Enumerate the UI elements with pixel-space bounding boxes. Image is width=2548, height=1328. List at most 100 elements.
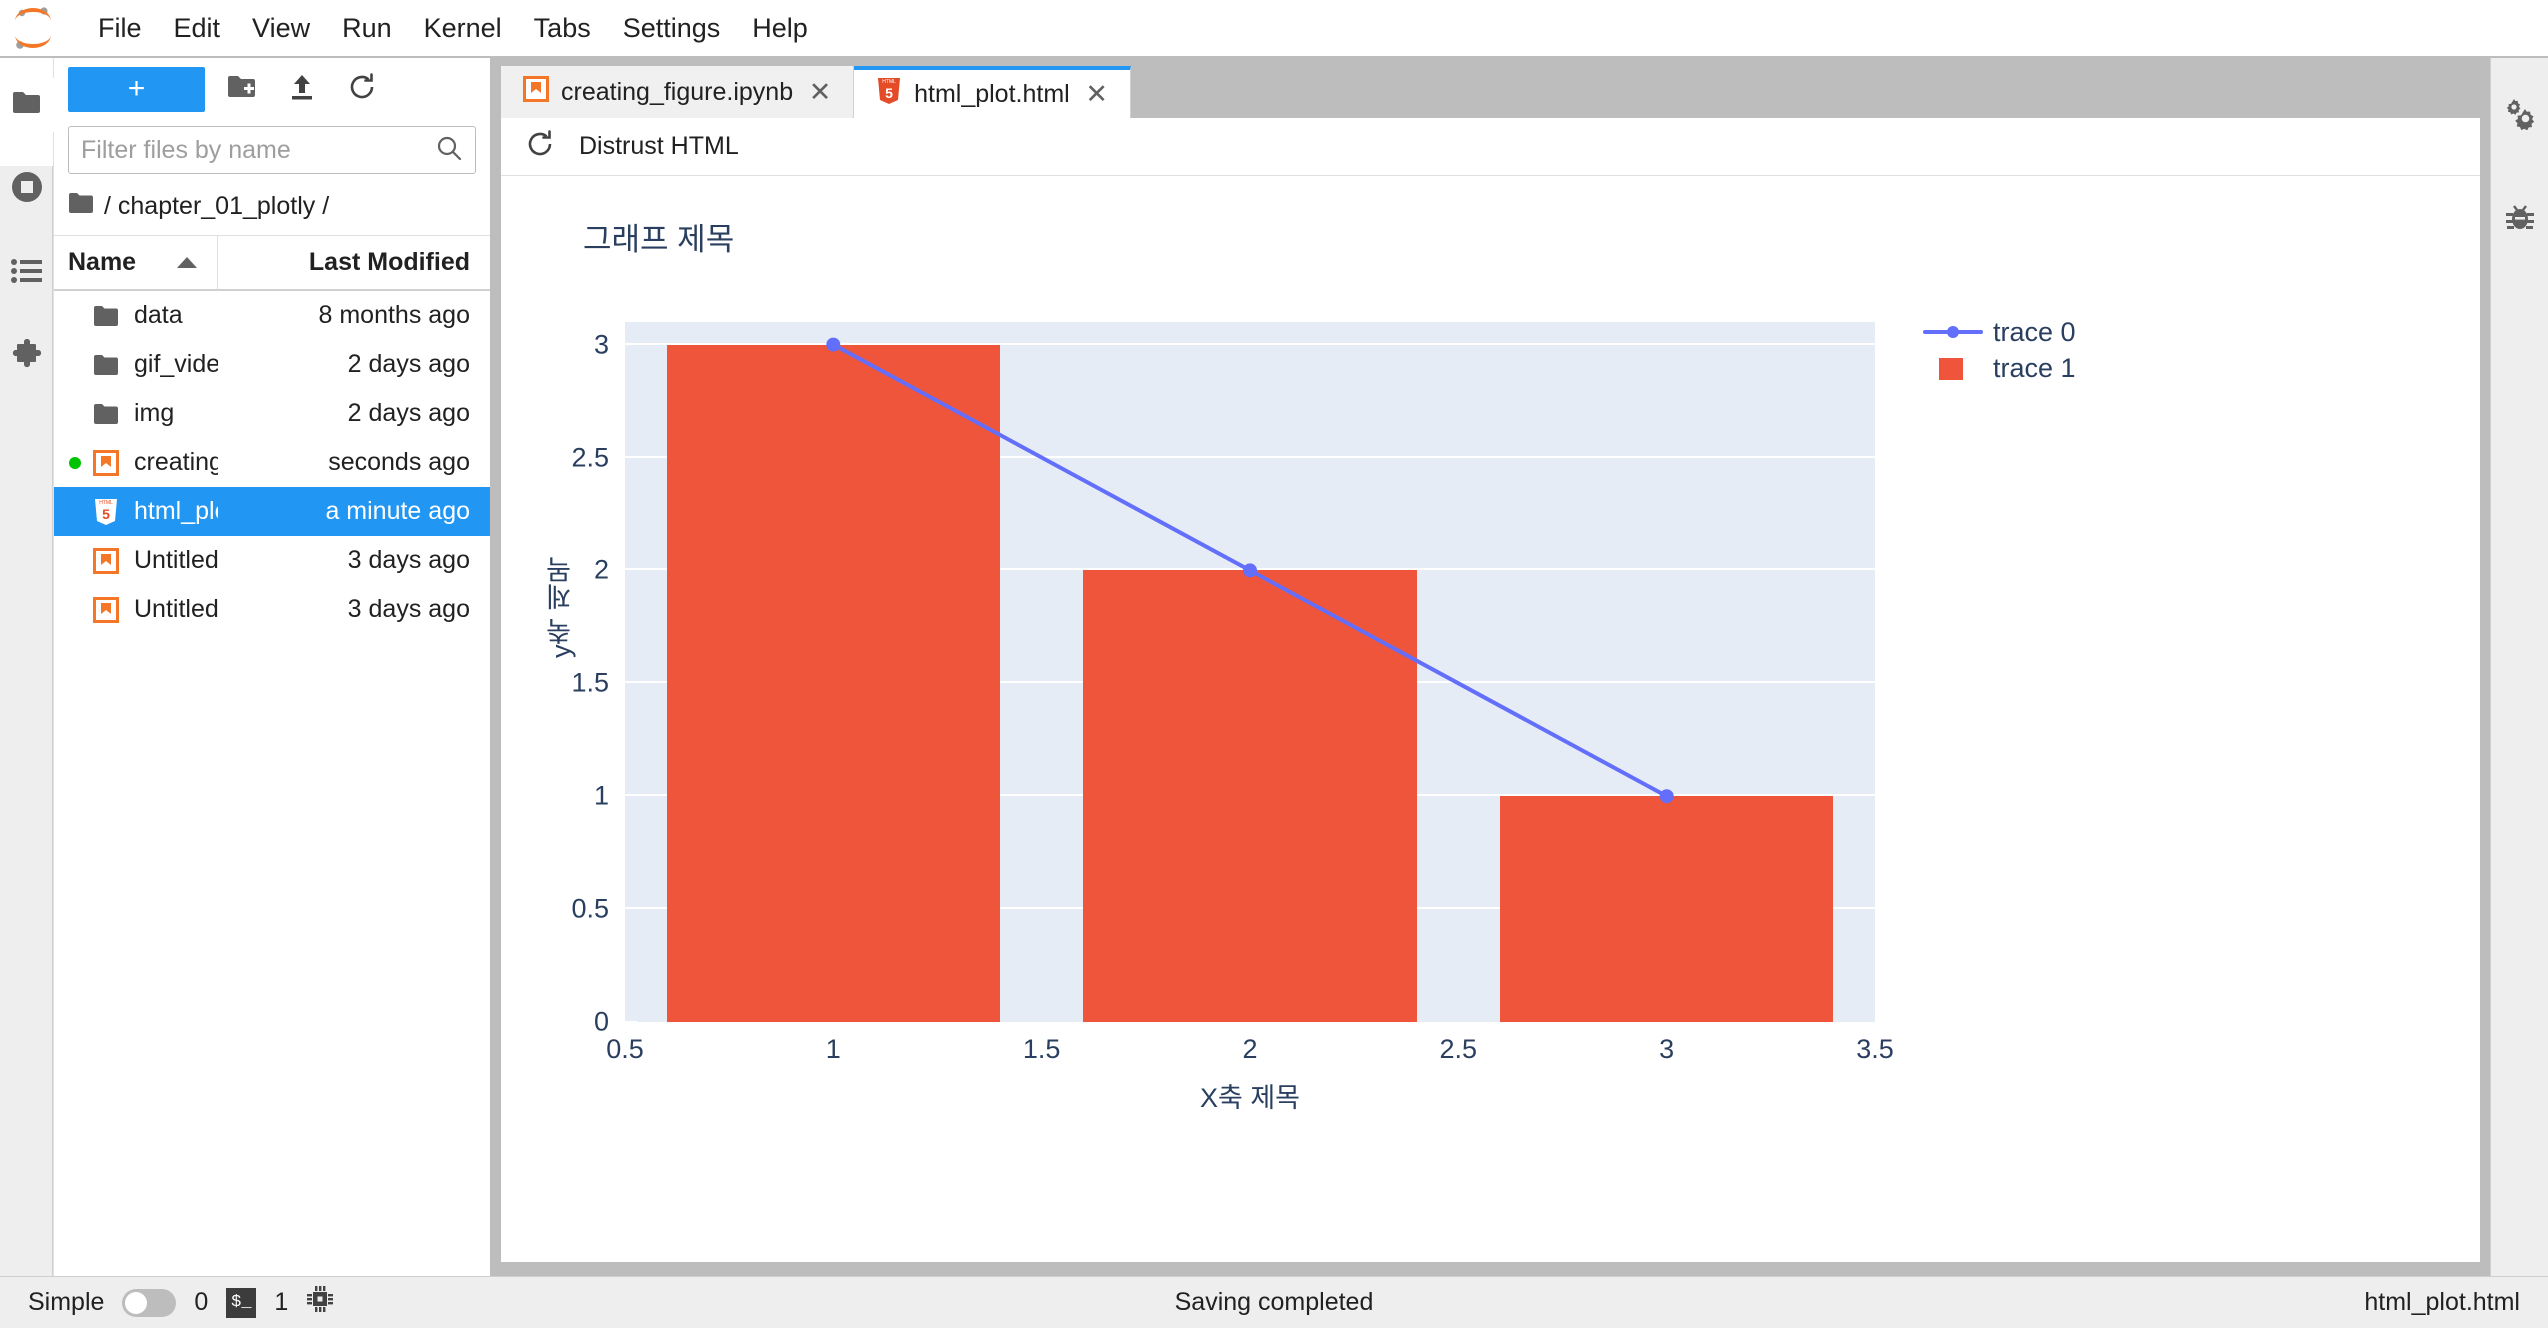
notebook-icon — [86, 547, 126, 574]
breadcrumb[interactable]: / chapter_01_plotly / — [54, 184, 490, 235]
folder-icon — [68, 192, 94, 221]
plotly-figure[interactable]: 그래프 제목 0 0.5 1 1.5 2 2.5 3 0.5 1 1.5 2 2… — [501, 176, 2480, 1262]
upload-icon — [288, 73, 316, 106]
y-tick-label: 1 — [593, 780, 609, 811]
terminal-icon[interactable]: $_ — [226, 1287, 257, 1318]
file-modified: 3 days ago — [347, 546, 470, 574]
file-browser-panel: + Filter files by name / chapter_01_plot… — [54, 58, 491, 1276]
menu-view[interactable]: View — [236, 7, 326, 50]
simple-mode-toggle[interactable] — [122, 1288, 177, 1317]
menu-kernel[interactable]: Kernel — [408, 7, 518, 50]
column-header-name-label: Name — [68, 248, 137, 276]
cpu-icon[interactable] — [306, 1285, 334, 1320]
sidebar-item-running[interactable] — [0, 162, 54, 216]
running-terminals-icon — [10, 170, 44, 209]
folder-icon — [86, 305, 126, 327]
sidebar-item-debugger[interactable] — [2493, 192, 2547, 246]
y-tick-label: 0 — [593, 1006, 609, 1037]
file-browser-toolbar: + — [54, 58, 490, 120]
tab-label: creating_figure.ipynb — [561, 77, 794, 106]
document-content: 그래프 제목 0 0.5 1 1.5 2 2.5 3 0.5 1 1.5 2 2… — [501, 176, 2480, 1262]
file-name: data — [134, 301, 183, 329]
search-icon[interactable] — [435, 134, 463, 167]
legend-item-trace-1[interactable]: trace 1 — [1919, 350, 2076, 386]
right-sidebar-rail — [2490, 58, 2548, 1276]
file-name: creating_figure.ipynb — [134, 448, 218, 476]
y-tick-label: 0.5 — [571, 893, 609, 924]
new-launcher-button[interactable]: + — [68, 66, 205, 112]
data-point — [1659, 789, 1674, 804]
upload-button[interactable] — [279, 66, 325, 112]
close-icon[interactable]: ✕ — [805, 77, 835, 108]
status-current-file: html_plot.html — [2364, 1288, 2520, 1316]
search-input[interactable] — [81, 135, 435, 165]
file-modified: 3 days ago — [347, 595, 470, 623]
legend-item-trace-0[interactable]: trace 0 — [1919, 314, 2076, 350]
y-tick-label: 2.5 — [571, 442, 609, 472]
menu-help[interactable]: Help — [736, 7, 824, 50]
commands-list-icon — [10, 258, 43, 289]
table-row[interactable]: creating_figure.ipynb seconds ago — [54, 438, 490, 487]
menu-edit[interactable]: Edit — [158, 7, 237, 50]
file-modified: a minute ago — [325, 497, 470, 525]
menu-file[interactable]: File — [82, 7, 158, 50]
sidebar-item-extensions[interactable] — [0, 330, 54, 384]
file-modified: 2 days ago — [347, 399, 470, 427]
file-name: Untitled.md — [134, 595, 218, 623]
menu-run[interactable]: Run — [326, 7, 408, 50]
table-row[interactable]: HTML 5 html_plot.html a minute ago — [54, 487, 490, 536]
svg-text:5: 5 — [102, 506, 110, 522]
notebook-icon — [86, 596, 126, 623]
table-row[interactable]: Untitled.md 3 days ago — [54, 585, 490, 634]
tab-html-plot[interactable]: HTML 5 html_plot.html ✕ — [854, 66, 1131, 118]
chart-plot-area[interactable] — [625, 322, 1875, 1022]
file-name: gif_video — [134, 350, 218, 378]
column-header-name[interactable]: Name — [54, 236, 218, 289]
file-filter-wrap — [54, 120, 490, 184]
legend-label: trace 0 — [1993, 316, 2076, 347]
refresh-file-list-button[interactable] — [339, 66, 385, 112]
sidebar-item-property-inspector[interactable] — [2493, 88, 2547, 142]
y-tick-label: 1.5 — [571, 667, 609, 698]
status-bar: Simple 0 $_ 1 Saving completed html_plot… — [0, 1276, 2548, 1328]
reload-document-button[interactable] — [519, 126, 561, 168]
refresh-icon — [347, 72, 377, 107]
file-name: html_plot.html — [134, 497, 218, 525]
file-filter-box[interactable] — [68, 126, 476, 174]
file-name: Untitled.ipynb — [134, 546, 218, 574]
new-folder-button[interactable] — [219, 66, 265, 112]
sidebar-item-commands[interactable] — [0, 246, 54, 300]
menu-settings[interactable]: Settings — [607, 7, 737, 50]
chart-legend: trace 0 trace 1 — [1919, 314, 2076, 386]
html5-icon: HTML 5 — [876, 77, 902, 112]
menu-tabs[interactable]: Tabs — [518, 7, 607, 50]
terminal-session-count[interactable]: 1 — [274, 1288, 288, 1317]
dirty-indicator — [64, 456, 86, 469]
folder-icon — [86, 403, 126, 425]
column-header-last-modified[interactable]: Last Modified — [218, 236, 490, 289]
main-body: + Filter files by name / chapter_01_plot… — [0, 58, 2548, 1276]
notebook-icon — [523, 75, 549, 109]
table-row[interactable]: img 2 days ago — [54, 389, 490, 438]
tab-creating-figure[interactable]: creating_figure.ipynb ✕ — [501, 66, 855, 118]
x-tick-label: 3 — [1659, 1034, 1675, 1064]
gears-icon — [2503, 96, 2537, 135]
kernel-session-count[interactable]: 0 — [194, 1288, 208, 1317]
table-row[interactable]: gif_video 2 days ago — [54, 340, 490, 389]
dock-area: creating_figure.ipynb ✕ HTML 5 html_plot… — [491, 58, 2490, 1276]
table-row[interactable]: Untitled.ipynb 3 days ago — [54, 536, 490, 585]
breadcrumb-path[interactable]: / chapter_01_plotly / — [104, 192, 329, 221]
x-tick-label: 3.5 — [1856, 1034, 1894, 1064]
line-trace[interactable] — [625, 322, 1875, 1022]
y-tick-label: 3 — [593, 329, 609, 360]
close-icon[interactable]: ✕ — [1082, 79, 1112, 110]
distrust-html-button[interactable]: Distrust HTML — [579, 132, 739, 161]
puzzle-piece-icon — [11, 338, 43, 376]
x-tick-label: 1 — [825, 1034, 841, 1064]
x-tick-label: 1.5 — [1022, 1034, 1061, 1064]
x-tick-label: 2 — [1242, 1034, 1258, 1064]
notebook-icon — [86, 449, 126, 476]
sidebar-item-file-browser[interactable] — [0, 78, 54, 132]
table-row[interactable]: data 8 months ago — [54, 291, 490, 340]
jupyter-logo — [10, 5, 68, 51]
